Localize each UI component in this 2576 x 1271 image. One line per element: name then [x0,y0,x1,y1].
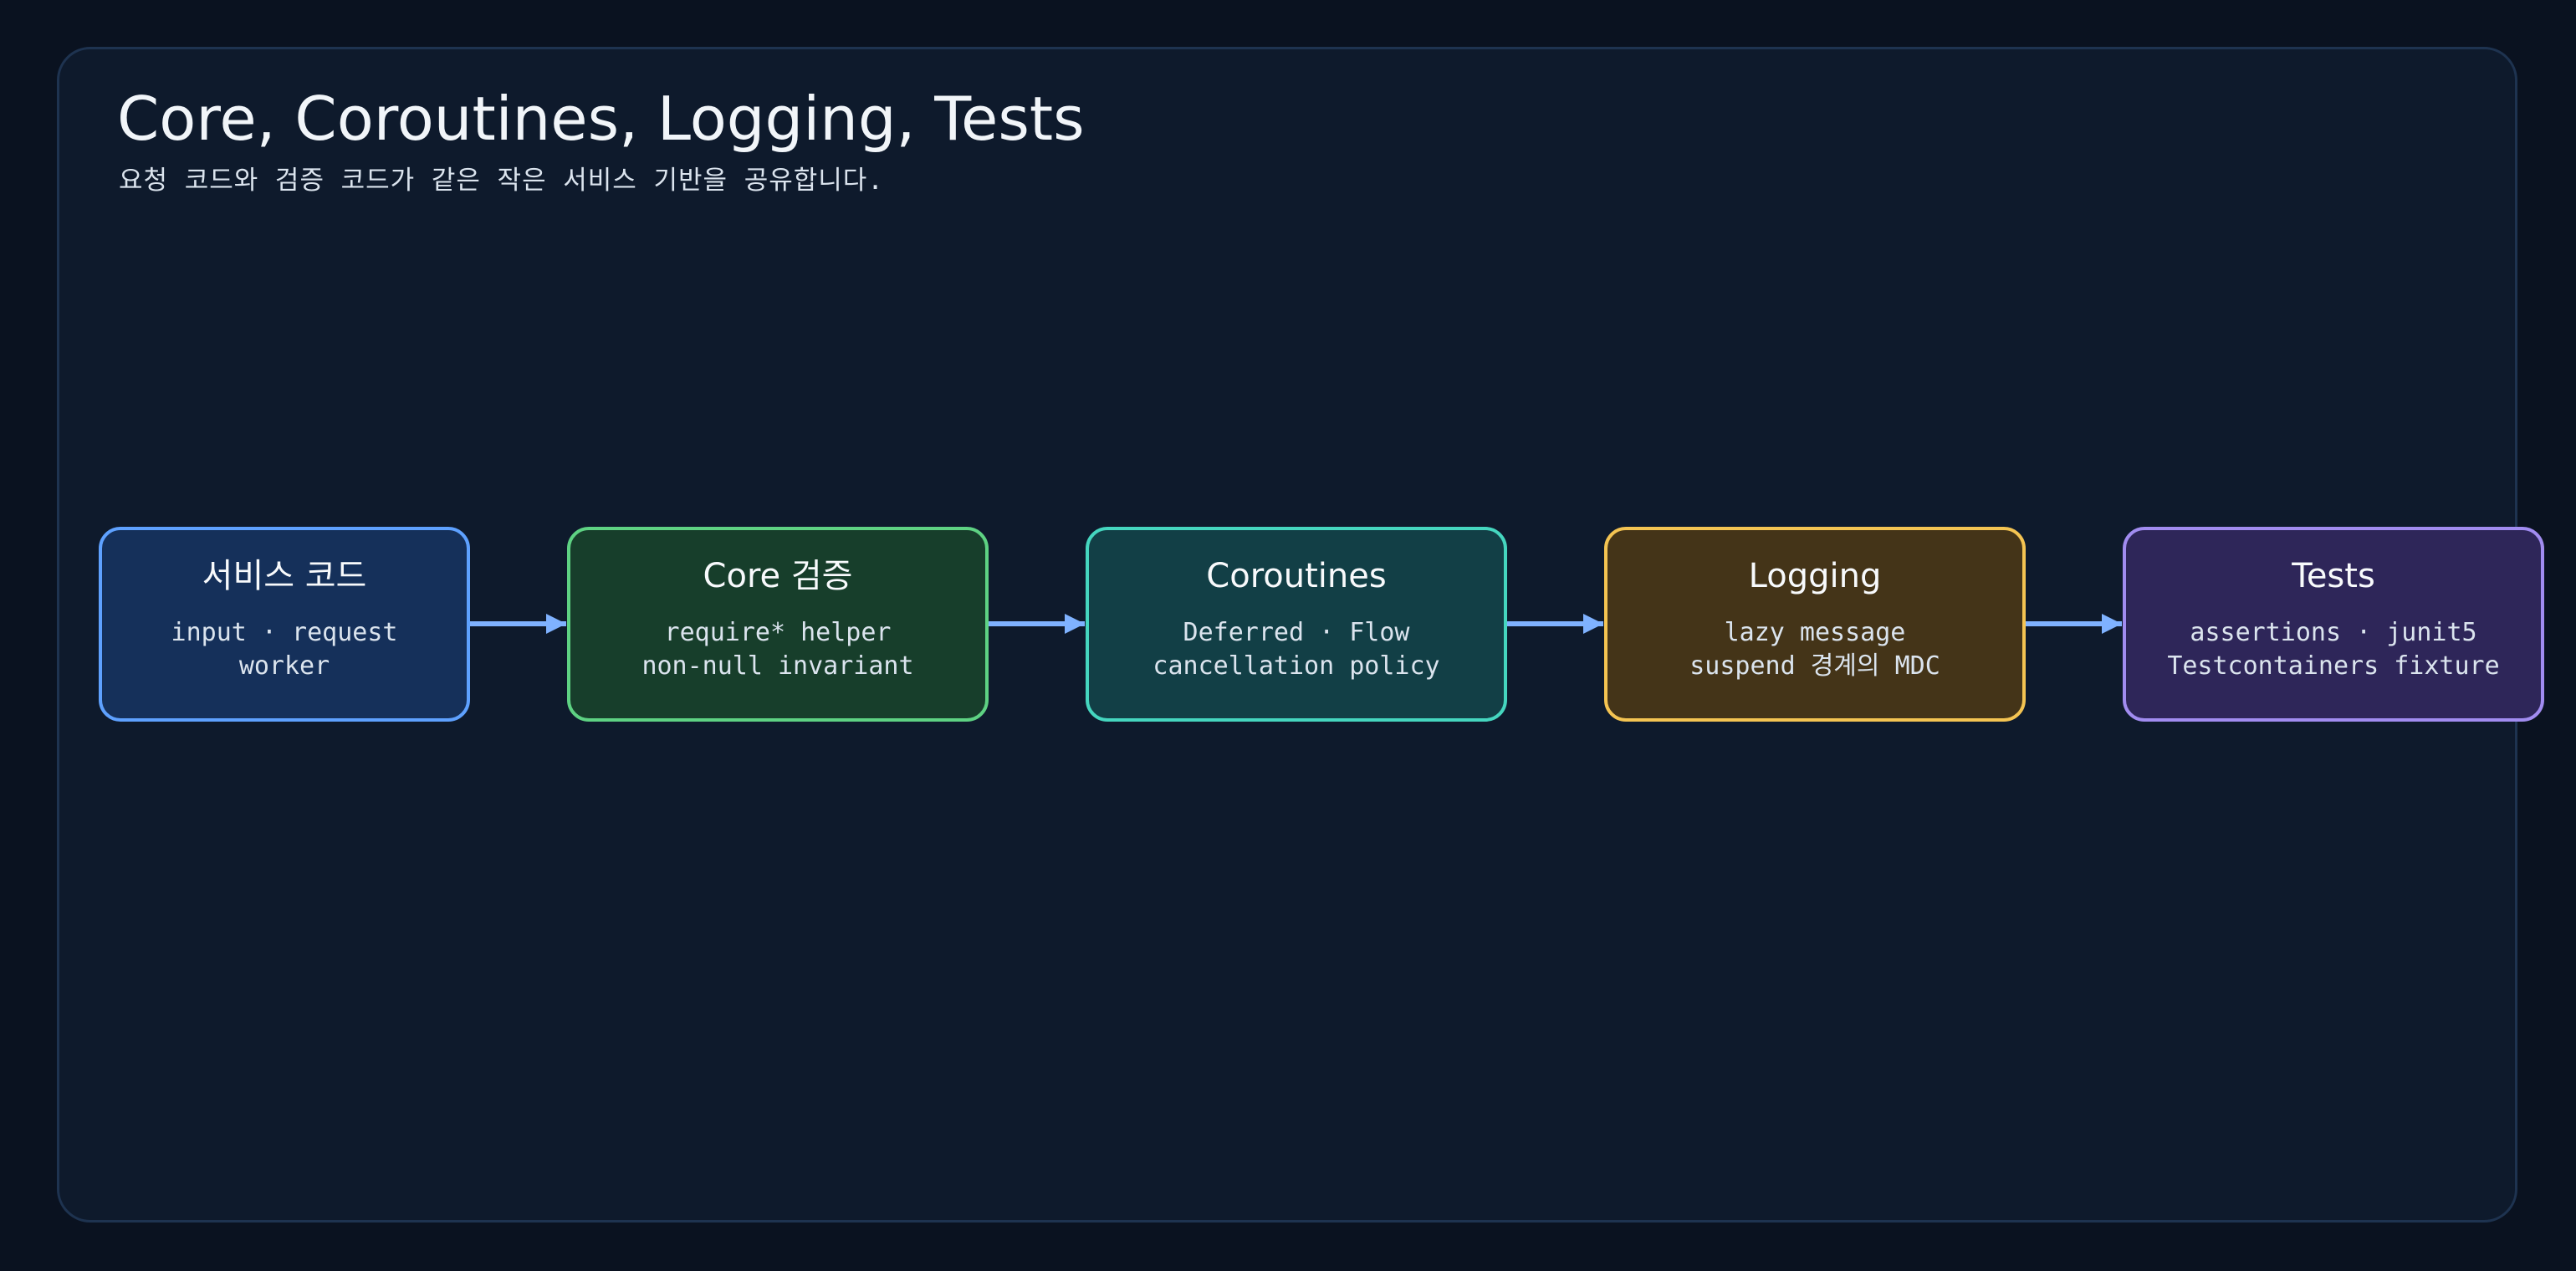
node-title: Logging [1748,557,1882,595]
node-title: Tests [2292,557,2375,595]
node-detail: Testcontainers fixture [2167,651,2500,681]
node-core-validation: Core 검증 require* helper non-null invaria… [567,527,989,722]
node-service-code: 서비스 코드 input · request worker [99,527,470,722]
node-coroutines: Coroutines Deferred · Flow cancellation … [1086,527,1507,722]
node-detail: worker [238,651,330,681]
node-detail: non-null invariant [641,651,914,681]
node-detail: require* helper [664,618,892,647]
node-title: 서비스 코드 [202,557,367,595]
node-detail: lazy message [1724,618,1906,647]
node-title: Core 검증 [703,557,853,595]
node-detail: input · request [171,618,398,647]
node-detail: Deferred · Flow [1183,618,1410,647]
node-detail: suspend 경계의 MDC [1689,651,1940,681]
node-logging: Logging lazy message suspend 경계의 MDC [1604,527,2026,722]
node-detail: cancellation policy [1153,651,1440,681]
node-title: Coroutines [1206,557,1387,595]
node-detail: assertions · junit5 [2190,618,2477,647]
node-tests: Tests assertions · junit5 Testcontainers… [2123,527,2544,722]
